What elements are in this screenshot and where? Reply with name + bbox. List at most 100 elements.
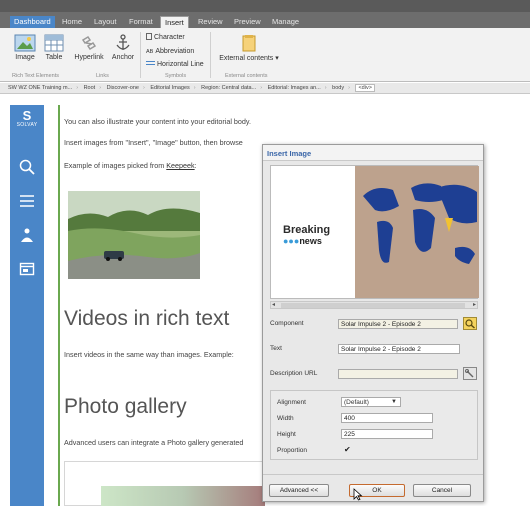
scroll-left-icon[interactable]: ◂ <box>272 301 275 308</box>
window-icon[interactable] <box>19 261 35 277</box>
editor-paragraph: Example of images picked from Keepeek: <box>64 161 197 170</box>
left-nav: S SOLVAY <box>10 105 44 506</box>
component-picker-button[interactable] <box>463 317 477 330</box>
insert-anchor-button[interactable]: Anchor <box>110 34 136 61</box>
component-field[interactable]: Solar Impulse 2 - Episode 2 <box>338 319 458 329</box>
cancel-button[interactable]: Cancel <box>413 484 471 497</box>
menu-icon[interactable] <box>19 193 35 209</box>
ribbon-separator <box>210 32 211 78</box>
proportion-label: Proportion <box>277 447 307 454</box>
logo-text: SOLVAY <box>16 122 38 128</box>
breadcrumb-separator: › <box>76 85 79 91</box>
breadcrumb-separator: › <box>348 85 350 91</box>
dialog-title: Insert Image <box>267 149 312 158</box>
paragraph-prefix: Example of images picked from <box>64 161 167 170</box>
anchor-button-label: Anchor <box>111 54 135 61</box>
insert-abbreviation-button[interactable]: AB Abbreviation <box>146 48 194 55</box>
tab-dashboard[interactable]: Dashboard <box>10 16 55 28</box>
alignment-select[interactable]: (Default) ▼ <box>341 397 401 407</box>
scroll-right-icon[interactable]: ▸ <box>473 301 476 308</box>
breadcrumb-item[interactable]: Editorial: Images an... <box>268 85 321 91</box>
breadcrumb-item[interactable]: Discover-one <box>107 85 139 91</box>
tab-review[interactable]: Review <box>194 16 227 28</box>
external-contents-icon <box>242 35 256 52</box>
breadcrumb-separator: › <box>193 85 196 91</box>
dialog-titlebar[interactable]: Insert Image <box>263 145 483 161</box>
insert-table-button[interactable]: Table <box>42 34 66 61</box>
preview-scrollbar[interactable]: ◂ ▸ <box>270 301 478 309</box>
table-icon <box>44 34 64 52</box>
breadcrumb-separator: › <box>99 85 102 91</box>
image-icon <box>14 34 36 52</box>
breadcrumb-item-current[interactable]: <div> <box>355 84 375 92</box>
hyperlink-button-label: Hyperlink <box>74 54 104 61</box>
horizontal-line-icon <box>146 61 155 65</box>
insert-hyperlink-button[interactable]: Hyperlink <box>72 34 106 61</box>
height-field[interactable]: 225 <box>341 429 433 439</box>
window-top-strip <box>0 0 530 12</box>
editor-paragraph: Advanced users can integrate a Photo gal… <box>64 438 244 447</box>
keepeek-link[interactable]: Keepeek <box>166 161 194 170</box>
horizontal-line-label: Horizontal Line <box>157 61 204 68</box>
heading-photo-gallery: Photo gallery <box>64 395 187 418</box>
external-contents-button[interactable]: External contents ▾ <box>214 34 284 62</box>
insert-image-button[interactable]: Image <box>12 34 38 61</box>
abbreviation-icon: AB <box>146 49 154 55</box>
breadcrumb-separator: › <box>260 85 263 91</box>
description-url-button[interactable] <box>463 367 477 380</box>
editor-paragraph: Insert images from "Insert", "Image" but… <box>64 138 243 147</box>
link-icon <box>465 369 474 378</box>
breadcrumb-separator: › <box>324 85 327 91</box>
heading-videos: Videos in rich text <box>64 307 230 330</box>
search-icon[interactable] <box>19 159 35 175</box>
group-label-rich-text: Rich Text Elements <box>12 73 59 79</box>
breadcrumb-item[interactable]: SW WZ ONE Training m... <box>8 85 72 91</box>
dialog-footer-divider <box>263 474 483 475</box>
dropdown-arrow-icon: ▼ <box>391 399 397 405</box>
advanced-button[interactable]: Advanced << <box>269 484 329 497</box>
tab-home[interactable]: Home <box>58 16 86 28</box>
logo-letter: S <box>22 108 32 123</box>
gallery-placeholder[interactable] <box>64 461 265 506</box>
group-label-links: Links <box>96 73 109 79</box>
editor-paragraph: Insert videos in the same way than image… <box>64 350 234 359</box>
ribbon-insert-panel: Image Table Hyperlink Anchor Character A… <box>0 28 530 82</box>
description-url-field[interactable] <box>338 369 458 379</box>
external-contents-label: External contents ▾ <box>219 55 279 62</box>
tab-format[interactable]: Format <box>125 16 157 28</box>
image-properties-group: Alignment (Default) ▼ Width 400 Height 22… <box>270 390 478 460</box>
breadcrumb-item[interactable]: Root <box>84 85 96 91</box>
breadcrumb: SW WZ ONE Training m... › Root › Discover-… <box>0 83 530 94</box>
character-icon <box>146 33 152 40</box>
proportion-checkbox[interactable]: ✔ <box>344 446 352 454</box>
text-field[interactable]: Solar Impulse 2 - Episode 2 <box>338 344 460 354</box>
width-label: Width <box>277 415 294 422</box>
breadcrumb-item[interactable]: Editorial Images <box>150 85 189 91</box>
text-label: Text <box>270 345 282 352</box>
user-edit-icon[interactable] <box>19 227 35 243</box>
breadcrumb-item[interactable]: Region: Central data... <box>201 85 256 91</box>
insert-character-button[interactable]: Character <box>146 33 185 41</box>
breadcrumb-item[interactable]: body <box>332 85 344 91</box>
width-field[interactable]: 400 <box>341 413 433 423</box>
group-label-external: External contents <box>225 73 268 79</box>
breaking-news-logo: ●●●news <box>283 236 322 246</box>
tab-insert[interactable]: Insert <box>160 16 189 28</box>
description-url-label: Description URL <box>270 370 318 377</box>
scrollbar-thumb[interactable] <box>281 303 465 308</box>
paragraph-suffix: : <box>194 161 197 170</box>
mouse-cursor-icon <box>353 488 363 501</box>
preview-logo-line1: Breaking <box>283 224 331 236</box>
tab-layout[interactable]: Layout <box>90 16 121 28</box>
gallery-image <box>101 486 265 506</box>
table-button-label: Table <box>45 54 63 61</box>
editor-paragraph: You can also illustrate your content int… <box>64 117 251 126</box>
group-label-symbols: Symbols <box>165 73 187 79</box>
preview-logo-line2: news <box>299 236 322 246</box>
insert-horizontal-line-button[interactable]: Horizontal Line <box>146 61 204 68</box>
preview-logo-panel: Breaking ●●●news <box>271 166 355 298</box>
tab-preview[interactable]: Preview <box>230 16 265 28</box>
tab-manage[interactable]: Manage <box>268 16 303 28</box>
ribbon-separator <box>140 32 141 78</box>
car-landscape-image[interactable] <box>68 191 200 279</box>
